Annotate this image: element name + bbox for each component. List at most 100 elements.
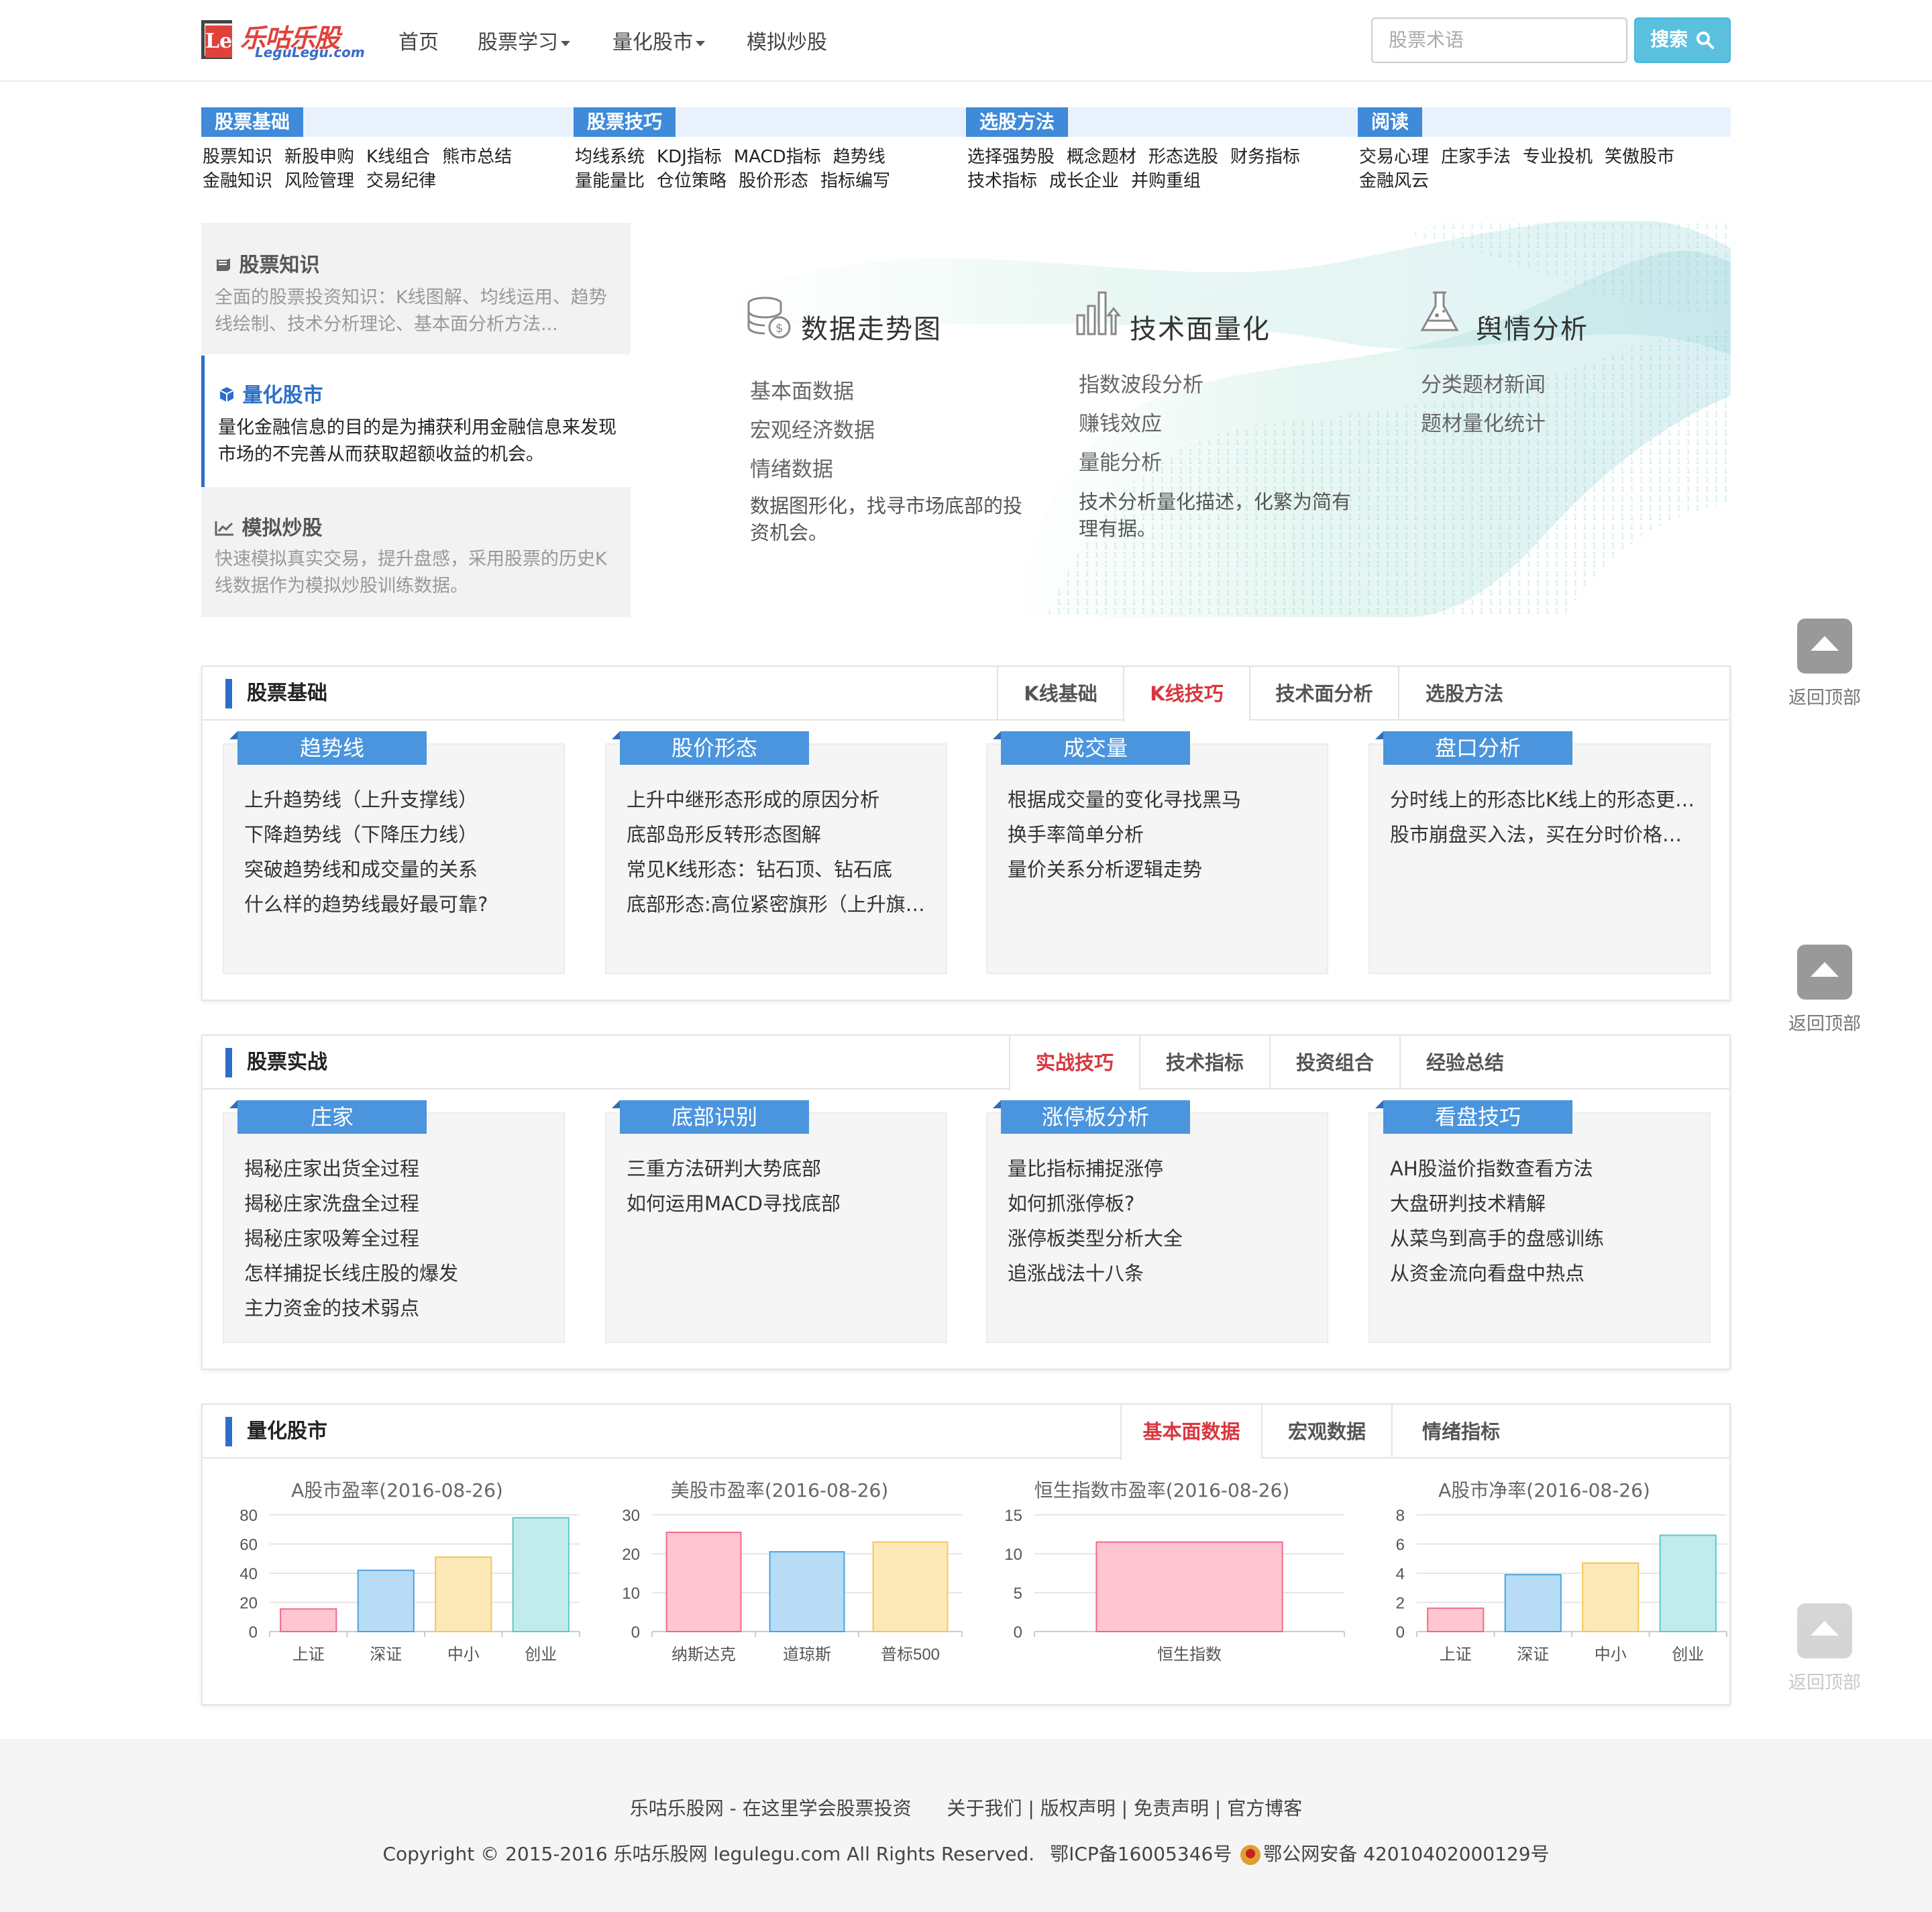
section-tab[interactable]: 经验总结 — [1399, 1036, 1529, 1090]
topic-link[interactable]: 量比指标捕捉涨停 — [1008, 1151, 1316, 1186]
category-link[interactable]: 指标编写 — [820, 171, 890, 191]
topic-link[interactable]: AH股溢价指数查看方法 — [1390, 1151, 1699, 1186]
topic-link[interactable]: 大盘研判技术精解 — [1390, 1186, 1699, 1221]
section-tab[interactable]: 实战技巧 — [1009, 1036, 1139, 1091]
section-tab[interactable]: 技术指标 — [1139, 1036, 1269, 1090]
topic-link[interactable]: 追涨战法十八条 — [1008, 1256, 1316, 1291]
bar[interactable] — [1095, 1541, 1283, 1632]
footer-link-disclaimer[interactable]: 免责声明 — [1134, 1797, 1209, 1819]
topic-link[interactable]: 分时线上的形态比K线上的形态更… — [1390, 782, 1699, 817]
topic-card-tag[interactable]: 盘口分析 — [1375, 731, 1572, 765]
topic-link[interactable]: 涨停板类型分析大全 — [1008, 1221, 1316, 1256]
feature-quant-market[interactable]: 量化股市 量化金融信息的目的是为捕获利用金融信息来发现市场的不完善从而获取超额收… — [201, 356, 631, 487]
topic-link[interactable]: 突破趋势线和成交量的关系 — [244, 852, 553, 887]
category-link[interactable]: 选择强势股 — [967, 147, 1055, 167]
topic-card-tag[interactable]: 涨停板分析 — [993, 1100, 1190, 1134]
category-link[interactable]: 风险管理 — [284, 171, 354, 191]
topic-link[interactable]: 从资金流向看盘中热点 — [1390, 1256, 1699, 1291]
bar[interactable] — [435, 1556, 492, 1632]
hero-item[interactable]: 赚钱效应 — [1079, 409, 1162, 439]
topic-link[interactable]: 底部岛形反转形态图解 — [627, 817, 935, 852]
category-link[interactable]: 成长企业 — [1049, 171, 1119, 191]
section-tab[interactable]: 选股方法 — [1398, 667, 1529, 721]
topic-link[interactable]: 如何运用MACD寻找底部 — [627, 1186, 935, 1221]
footer-link-copyright[interactable]: 版权声明 — [1040, 1797, 1116, 1819]
category-link[interactable]: 股票知识 — [203, 147, 272, 167]
category-link[interactable]: 量能量比 — [575, 171, 645, 191]
search-input[interactable] — [1371, 17, 1627, 63]
category-link[interactable]: K线组合 — [366, 147, 430, 167]
back-to-top-button[interactable]: 返回顶部 — [1784, 619, 1865, 709]
topic-link[interactable]: 股市崩盘买入法，买在分时价格… — [1390, 817, 1699, 852]
hero-item[interactable]: 分类题材新闻 — [1421, 370, 1546, 400]
feature-stock-knowledge[interactable]: 股票知识 全面的股票投资知识：K线图解、均线运用、趋势线绘制、技术分析理论、基本… — [201, 223, 631, 354]
topic-link[interactable]: 常见K线形态：钻石顶、钻石底 — [627, 852, 935, 887]
hero-item[interactable]: 基本面数据 — [750, 377, 854, 407]
category-link[interactable]: 形态选股 — [1148, 147, 1218, 167]
footer-icp[interactable]: 鄂ICP备16005346号 — [1050, 1843, 1232, 1865]
topic-link[interactable]: 换手率简单分析 — [1008, 817, 1316, 852]
category-link[interactable]: 趋势线 — [833, 147, 885, 167]
footer-police-record[interactable]: 鄂公网安备 42010402000129号 — [1263, 1843, 1549, 1865]
topic-card-tag[interactable]: 趋势线 — [229, 731, 427, 765]
topic-card-tag[interactable]: 看盘技巧 — [1375, 1100, 1572, 1134]
category-link[interactable]: 金融知识 — [203, 171, 272, 191]
topic-link[interactable]: 三重方法研判大势底部 — [627, 1151, 935, 1186]
bar[interactable] — [1504, 1574, 1562, 1632]
section-tab[interactable]: K线基础 — [997, 667, 1123, 721]
bar[interactable] — [1659, 1534, 1717, 1632]
topic-link[interactable]: 揭秘庄家出货全过程 — [244, 1151, 553, 1186]
category-link[interactable]: 技术指标 — [967, 171, 1037, 191]
topic-card-tag[interactable]: 股价形态 — [612, 731, 809, 765]
nav-stock-learning[interactable]: 股票学习 — [478, 25, 570, 55]
nav-home[interactable]: 首页 — [398, 25, 439, 55]
category-link[interactable]: KDJ指标 — [657, 147, 722, 167]
category-link[interactable]: 新股申购 — [284, 147, 354, 167]
nav-simulated-trading[interactable]: 模拟炒股 — [747, 25, 827, 55]
topic-link[interactable]: 上升中继形态形成的原因分析 — [627, 782, 935, 817]
topic-card-tag[interactable]: 成交量 — [993, 731, 1190, 765]
category-link[interactable]: 仓位策略 — [657, 171, 727, 191]
section-tab[interactable]: 情绪指标 — [1391, 1405, 1529, 1458]
section-tab[interactable]: 投资组合 — [1269, 1036, 1399, 1090]
category-link[interactable]: MACD指标 — [734, 147, 821, 167]
footer-link-about[interactable]: 关于我们 — [947, 1797, 1022, 1819]
topic-link[interactable]: 下降趋势线（下降压力线） — [244, 817, 553, 852]
topic-link[interactable]: 如何抓涨停板? — [1008, 1186, 1316, 1221]
topic-card-tag[interactable]: 庄家 — [229, 1100, 427, 1134]
back-to-top-button[interactable]: 返回顶部 — [1784, 1603, 1865, 1694]
back-to-top-button[interactable]: 返回顶部 — [1784, 945, 1865, 1035]
category-link[interactable]: 概念题材 — [1067, 147, 1136, 167]
hero-item[interactable]: 题材量化统计 — [1421, 409, 1546, 439]
bar[interactable] — [1582, 1562, 1640, 1632]
topic-link[interactable]: 底部形态:高位紧密旗形（上升旗… — [627, 887, 935, 922]
topic-link[interactable]: 揭秘庄家洗盘全过程 — [244, 1186, 553, 1221]
category-tag[interactable]: 选股方法 — [966, 107, 1069, 137]
footer-link-blog[interactable]: 官方博客 — [1227, 1797, 1302, 1819]
category-link[interactable]: 交易纪律 — [366, 171, 436, 191]
category-link[interactable]: 交易心理 — [1359, 147, 1429, 167]
hero-item[interactable]: 情绪数据 — [750, 455, 833, 484]
topic-link[interactable]: 什么样的趋势线最好最可靠? — [244, 887, 553, 922]
topic-link[interactable]: 根据成交量的变化寻找黑马 — [1008, 782, 1316, 817]
topic-link[interactable]: 揭秘庄家吸筹全过程 — [244, 1221, 553, 1256]
category-link[interactable]: 熊市总结 — [442, 147, 512, 167]
category-link[interactable]: 均线系统 — [575, 147, 645, 167]
topic-link[interactable]: 上升趋势线（上升支撑线） — [244, 782, 553, 817]
category-tag[interactable]: 阅读 — [1358, 107, 1423, 137]
category-tag[interactable]: 股票基础 — [201, 107, 304, 137]
topic-link[interactable]: 主力资金的技术弱点 — [244, 1291, 553, 1326]
topic-link[interactable]: 量价关系分析逻辑走势 — [1008, 852, 1316, 887]
category-link[interactable]: 并购重组 — [1131, 171, 1201, 191]
category-link[interactable]: 笑傲股市 — [1605, 147, 1674, 167]
topic-link[interactable]: 怎样捕捉长线庄股的爆发 — [244, 1256, 553, 1291]
section-tab[interactable]: 宏观数据 — [1261, 1405, 1391, 1458]
section-tab[interactable]: 基本面数据 — [1120, 1405, 1261, 1460]
feature-simulated-trading[interactable]: 模拟炒股 快速模拟真实交易，提升盘感，采用股票的历史K线数据作为模拟炒股训练数据… — [201, 487, 631, 617]
category-link[interactable]: 庄家手法 — [1441, 147, 1511, 167]
hero-item[interactable]: 宏观经济数据 — [750, 416, 875, 445]
category-link[interactable]: 专业投机 — [1523, 147, 1593, 167]
bar[interactable] — [357, 1569, 415, 1632]
category-link[interactable]: 股价形态 — [739, 171, 808, 191]
category-link[interactable]: 金融风云 — [1359, 171, 1429, 191]
